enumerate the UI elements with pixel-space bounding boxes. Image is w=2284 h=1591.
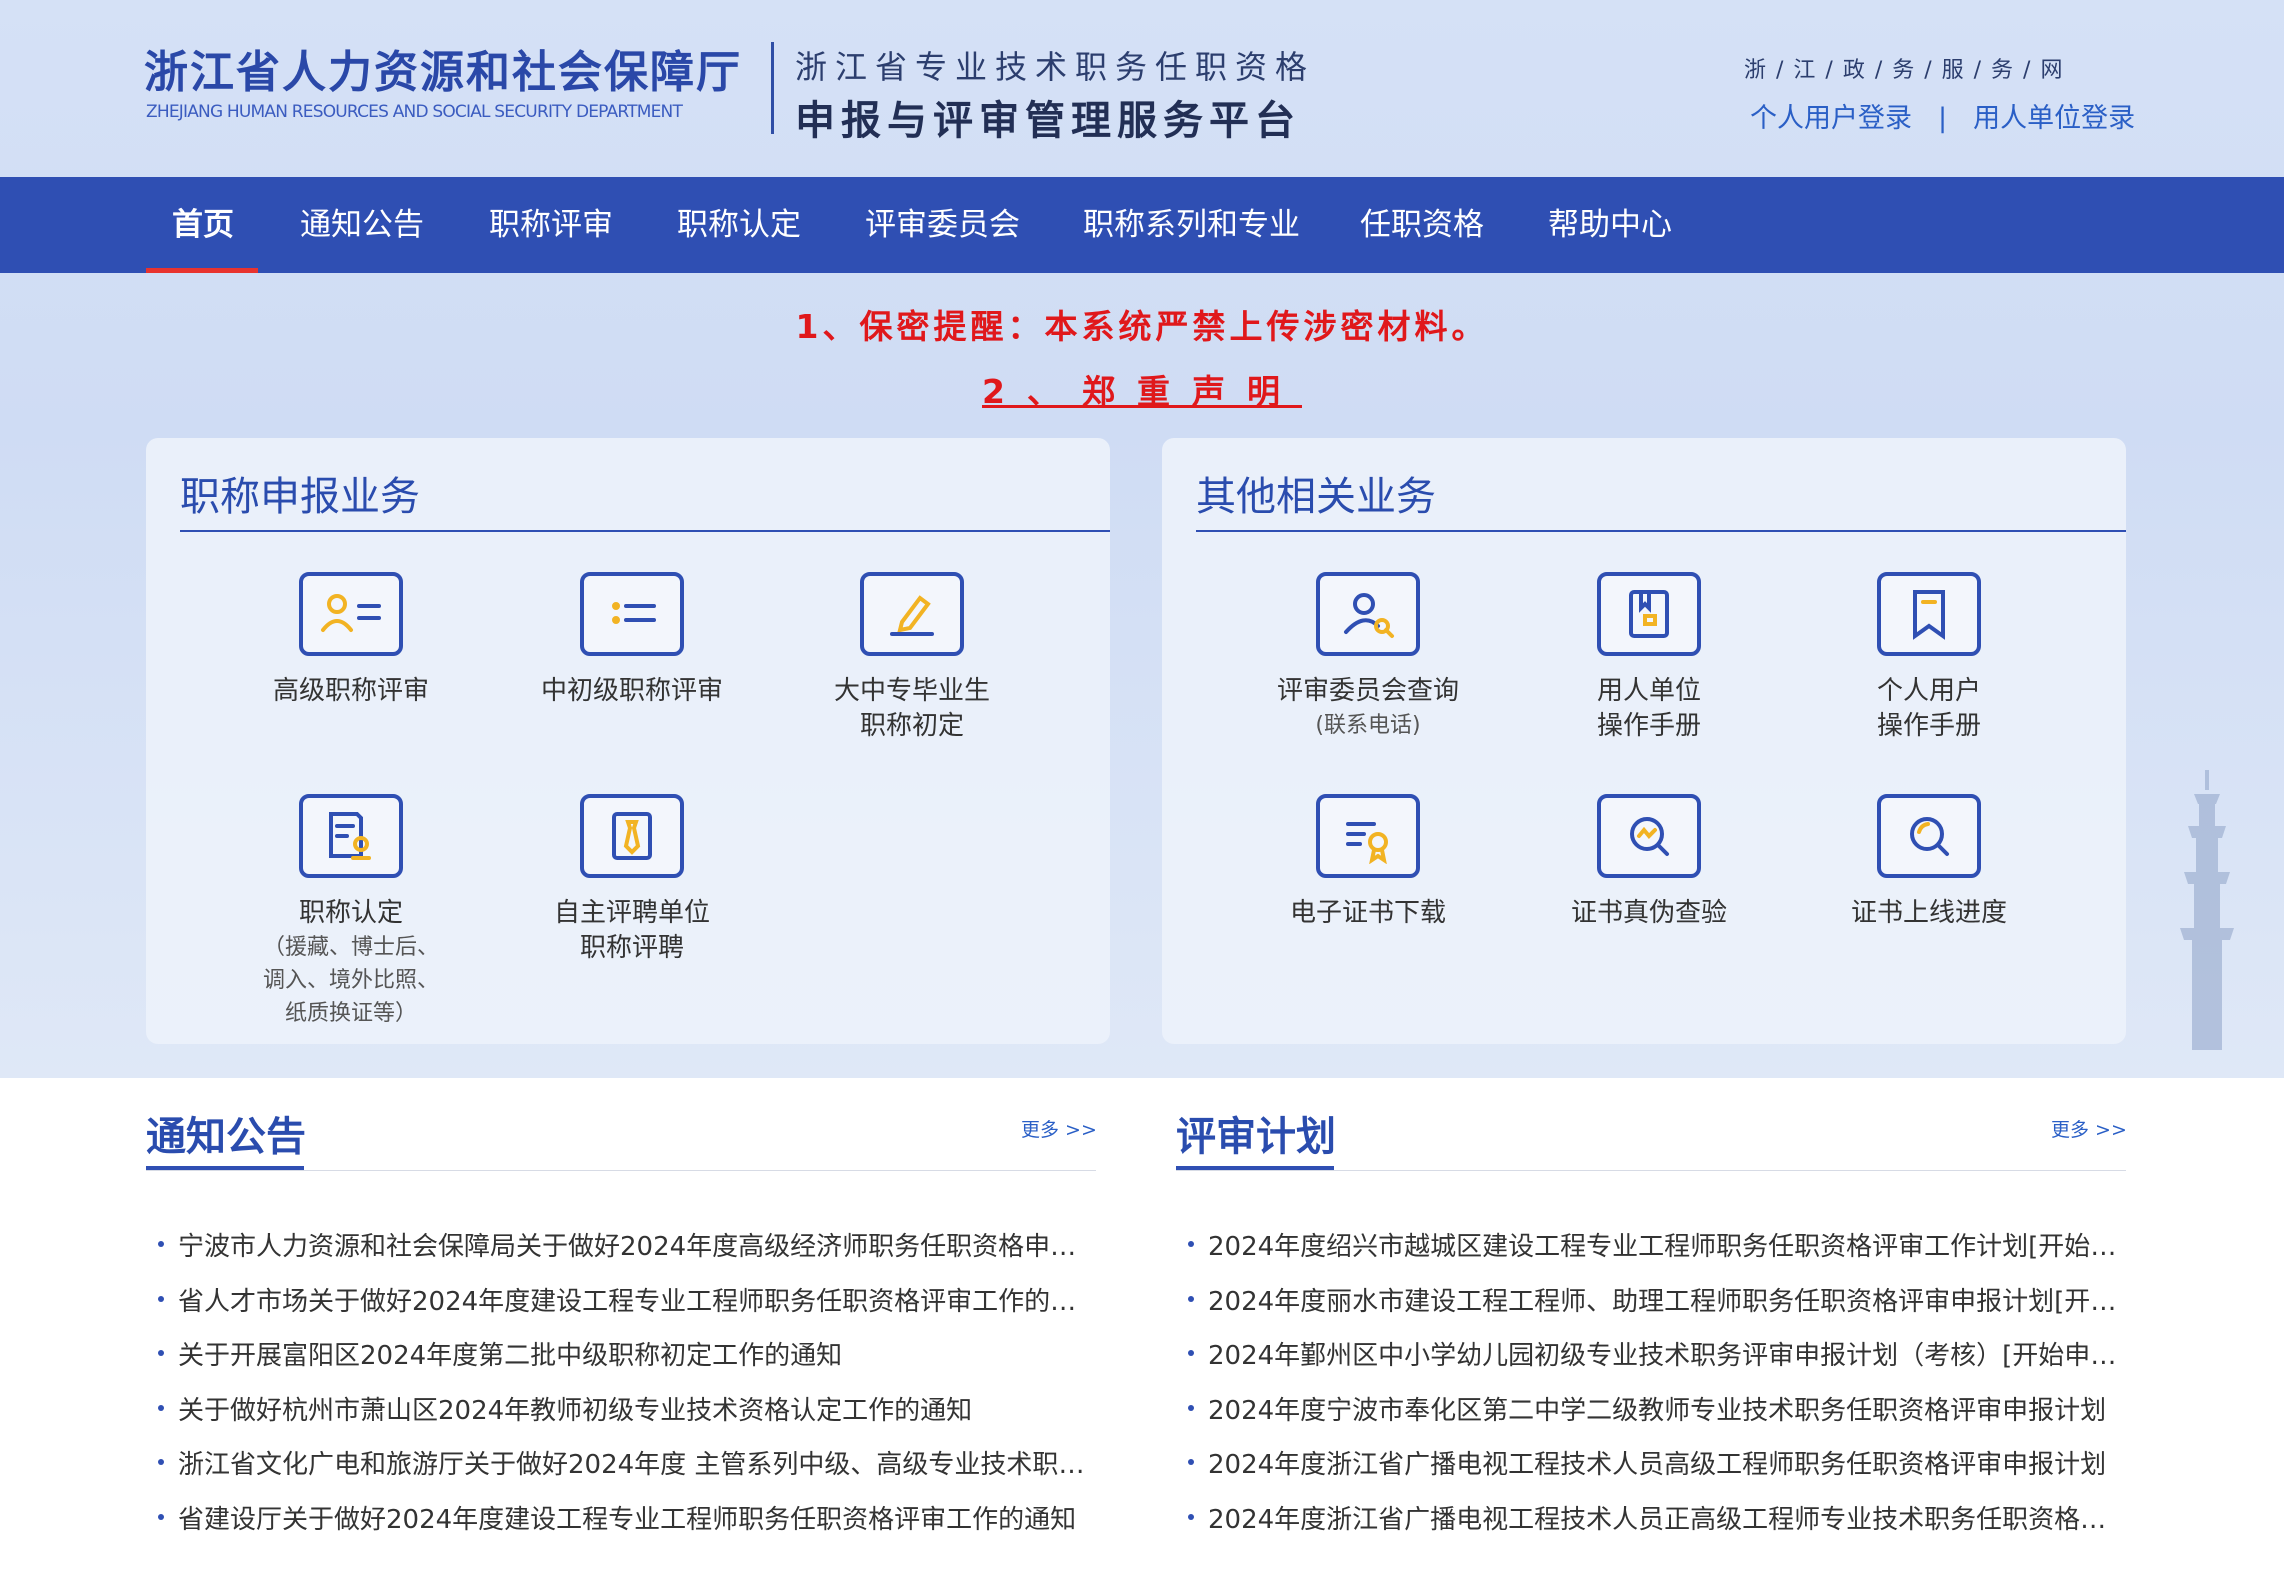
- tile-label-line2: 操作手册: [1596, 711, 1701, 741]
- tile-label: 自主评聘单位: [553, 898, 710, 928]
- plans-section-title: 评审计划: [1176, 1114, 1336, 1160]
- bookmark-icon: [1877, 572, 1981, 656]
- tile-label-line2: 操作手册: [1876, 711, 1981, 741]
- news-divider: [146, 1170, 1096, 1171]
- tile-label: 用人单位: [1596, 676, 1701, 706]
- tile-label: 高级职称评审: [272, 676, 429, 706]
- main-nav: 首页 通知公告 职称评审 职称认定 评审委员会 职称系列和专业 任职资格 帮助中…: [0, 177, 2284, 273]
- title-certification-tile[interactable]: 职称认定 （援藏、博士后、 调入、境外比照、 纸质换证等）: [226, 794, 476, 1030]
- news-item[interactable]: 关于做好杭州市萧山区2024年教师初级专业技术资格认定工作的通知: [146, 1390, 1086, 1445]
- nav-item-title-certification[interactable]: 职称认定: [677, 177, 801, 273]
- declaration-notice: 2、郑重声明: [0, 365, 2284, 413]
- tile-label: 大中专毕业生: [833, 676, 990, 706]
- login-links: 个人用户登录 | 用人单位登录: [1750, 96, 2135, 135]
- tile-sub-label: (联系电话): [1315, 713, 1421, 738]
- nav-item-help-center[interactable]: 帮助中心: [1548, 177, 1672, 273]
- tie-icon: [580, 794, 684, 878]
- title-application-panel: 职称申报业务 高级职称评审 中初级职称评审 大中专毕业生 职称初定 职称认定 （…: [146, 438, 1110, 1044]
- tile-label: 个人用户: [1876, 676, 1981, 706]
- department-name[interactable]: 浙江省人力资源和社会保障厅: [144, 36, 742, 100]
- tile-label-line2: 职称评聘: [579, 933, 684, 963]
- news-section-title: 通知公告: [146, 1114, 306, 1160]
- login-separator: |: [1938, 103, 1948, 134]
- nav-item-notices[interactable]: 通知公告: [300, 177, 424, 273]
- news-list: 宁波市人力资源和社会保障局关于做好2024年度高级经济师职务任职资格申报工作的通…: [146, 1226, 1086, 1553]
- e-certificate-download-tile[interactable]: 电子证书下载: [1243, 794, 1493, 931]
- tile-sub-label: （援藏、博士后、: [262, 935, 439, 960]
- unit-manual-tile[interactable]: 用人单位 操作手册: [1524, 572, 1774, 744]
- personal-manual-tile[interactable]: 个人用户 操作手册: [1804, 572, 2054, 744]
- news-item[interactable]: 省人才市场关于做好2024年度建设工程专业工程师职务任职资格评审工作的通知: [146, 1281, 1086, 1336]
- department-name-en: ZHEJIANG HUMAN RESOURCES AND SOCIAL SECU…: [146, 102, 683, 122]
- plan-item[interactable]: 2024年度丽水市建设工程工程师、助理工程师职务任职资格评审申报计划[开始申报]: [1176, 1281, 2122, 1336]
- news-item[interactable]: 浙江省文化广电和旅游厅关于做好2024年度 主管系列中级、高级专业技术职务任职资…: [146, 1444, 1086, 1499]
- document-stamp-icon: [299, 794, 403, 878]
- tile-label: 电子证书下载: [1289, 898, 1446, 928]
- user-search-icon: [1316, 572, 1420, 656]
- nav-item-home[interactable]: 首页: [172, 177, 234, 273]
- certificate-verify-tile[interactable]: 证书真伪查验: [1524, 794, 1774, 931]
- solemn-declaration-link[interactable]: 2、郑重声明: [982, 372, 1302, 411]
- news-more-link[interactable]: 更多 >>: [1021, 1115, 1097, 1142]
- nav-active-indicator: [146, 268, 258, 273]
- plans-list: 2024年度绍兴市越城区建设工程专业工程师职务任职资格评审工作计划[开始申报] …: [1176, 1226, 2122, 1553]
- personal-login-link[interactable]: 个人用户登录: [1750, 103, 1912, 134]
- graduate-title-initial-tile[interactable]: 大中专毕业生 职称初定: [787, 572, 1037, 744]
- mid-junior-title-review-tile[interactable]: 中初级职称评审: [507, 572, 757, 709]
- verify-icon: [1597, 794, 1701, 878]
- tile-label: 证书真伪查验: [1570, 898, 1727, 928]
- tile-label: 职称认定: [298, 898, 403, 928]
- tile-label: 证书上线进度: [1850, 898, 2007, 928]
- tile-label: 评审委员会查询: [1276, 676, 1459, 706]
- site-header: 浙江省人力资源和社会保障厅 ZHEJIANG HUMAN RESOURCES A…: [0, 0, 2284, 177]
- panel-title: 职称申报业务: [180, 474, 420, 520]
- platform-title: 申报与评审管理服务平台: [795, 98, 1301, 144]
- nav-item-title-review[interactable]: 职称评审: [489, 177, 613, 273]
- plan-item[interactable]: 2024年度绍兴市越城区建设工程专业工程师职务任职资格评审工作计划[开始申报]: [1176, 1226, 2122, 1281]
- plan-item[interactable]: 2024年度浙江省广播电视工程技术人员正高级工程师专业技术职务任职资格评审申报计…: [1176, 1499, 2122, 1554]
- panel-divider: [1196, 530, 2126, 532]
- zhejiang-gov-service-link[interactable]: 浙/江/政/务/服/务/网: [1744, 52, 2072, 84]
- news-item[interactable]: 宁波市人力资源和社会保障局关于做好2024年度高级经济师职务任职资格申报工作的通…: [146, 1226, 1086, 1281]
- id-card-icon: [299, 572, 403, 656]
- certificate-progress-tile[interactable]: 证书上线进度: [1804, 794, 2054, 931]
- panel-title: 其他相关业务: [1196, 474, 1436, 520]
- book-icon: [1597, 572, 1701, 656]
- nav-item-review-committee[interactable]: 评审委员会: [865, 177, 1020, 273]
- plan-item[interactable]: 2024年度宁波市奉化区第二中学二级教师专业技术职务任职资格评审申报计划: [1176, 1390, 2122, 1445]
- certificate-icon: [1316, 794, 1420, 878]
- panel-divider: [180, 530, 1110, 532]
- plans-divider: [1176, 1170, 2126, 1171]
- review-committee-query-tile[interactable]: 评审委员会查询 (联系电话): [1243, 572, 1493, 742]
- tile-sub-label: 调入、境外比照、: [262, 968, 439, 993]
- plan-item[interactable]: 2024年度浙江省广播电视工程技术人员高级工程师职务任职资格评审申报计划: [1176, 1444, 2122, 1499]
- self-employment-unit-tile[interactable]: 自主评聘单位 职称评聘: [507, 794, 757, 966]
- logo-divider: [771, 42, 774, 134]
- plans-more-link[interactable]: 更多 >>: [2051, 1115, 2127, 1142]
- tile-label-line2: 职称初定: [859, 711, 964, 741]
- pagoda-silhouette: [2180, 770, 2234, 1050]
- unit-login-link[interactable]: 用人单位登录: [1973, 103, 2135, 134]
- confidentiality-notice: 1、保密提醒：本系统严禁上传涉密材料。: [795, 307, 1489, 346]
- list-icon: [580, 572, 684, 656]
- nav-item-series-specialty[interactable]: 职称系列和专业: [1083, 177, 1300, 273]
- news-item[interactable]: 省建设厅关于做好2024年度建设工程专业工程师职务任职资格评审工作的通知: [146, 1499, 1086, 1554]
- other-services-panel: 其他相关业务 评审委员会查询 (联系电话) 用人单位 操作手册 个人用户 操作手…: [1162, 438, 2126, 1044]
- platform-subtitle: 浙江省专业技术职务任职资格: [795, 48, 1316, 86]
- nav-item-qualifications[interactable]: 任职资格: [1360, 177, 1484, 273]
- plan-item[interactable]: 2024年鄞州区中小学幼儿园初级专业技术职务评审申报计划（考核）[开始申报]: [1176, 1335, 2122, 1390]
- news-item[interactable]: 关于开展富阳区2024年度第二批中级职称初定工作的通知: [146, 1335, 1086, 1390]
- pencil-icon: [860, 572, 964, 656]
- search-icon: [1877, 794, 1981, 878]
- tile-sub-label: 纸质换证等）: [284, 1001, 417, 1026]
- senior-title-review-tile[interactable]: 高级职称评审: [226, 572, 476, 709]
- tile-label: 中初级职称评审: [540, 676, 723, 706]
